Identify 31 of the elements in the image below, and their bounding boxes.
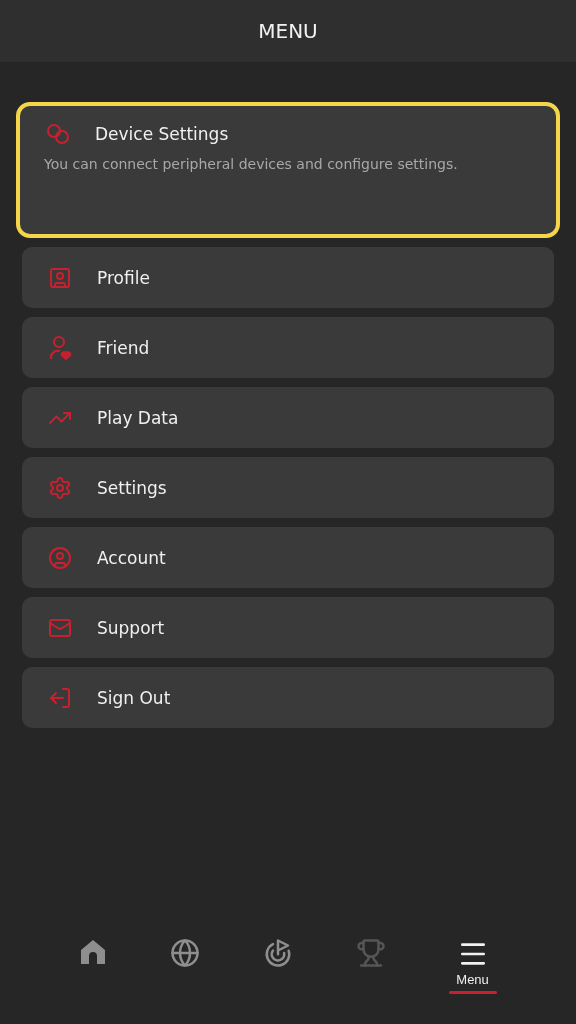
- trophy-icon: [355, 938, 386, 968]
- settings-icon: [48, 475, 72, 500]
- menu-item[interactable]: Friend: [22, 317, 554, 378]
- menu-item[interactable]: Support: [22, 597, 554, 658]
- menu-item[interactable]: Sign Out: [22, 667, 554, 728]
- menu-item-description: You can connect peripheral devices and configure settings.: [44, 156, 459, 172]
- sign-out-icon: [48, 685, 72, 710]
- menu-item[interactable]: Settings: [22, 457, 554, 518]
- menu-item-label: Account: [97, 547, 166, 568]
- target-icon: [263, 938, 293, 968]
- user-heart-icon: [48, 334, 72, 361]
- menu-item-label: Friend: [97, 337, 150, 358]
- menu-item-label: Sign Out: [97, 687, 171, 708]
- nav-tab[interactable]: [263, 938, 293, 968]
- profile-icon: [48, 265, 72, 290]
- user-circle-icon: [48, 545, 72, 570]
- globe-icon: [170, 938, 201, 968]
- nav-tab[interactable]: [170, 938, 201, 968]
- menu-item[interactable]: Profile: [22, 247, 554, 308]
- home-icon: [79, 938, 108, 966]
- page-title: MENU: [258, 19, 318, 43]
- nav-tab[interactable]: Menu: [448, 938, 497, 994]
- menu-item-label: Settings: [97, 477, 167, 498]
- menu-item[interactable]: Device Settings You can connect peripheral devices and configure settings.: [16, 102, 560, 238]
- menu-item-label: Support: [97, 617, 165, 638]
- menu-item[interactable]: Play Data: [22, 387, 554, 448]
- menu-item-label: Profile: [97, 267, 150, 288]
- menu-item-label: Play Data: [97, 407, 179, 428]
- menu-item-label: Device Settings: [95, 124, 229, 144]
- menu-item[interactable]: Account: [22, 527, 554, 588]
- nav-tab[interactable]: [79, 938, 108, 966]
